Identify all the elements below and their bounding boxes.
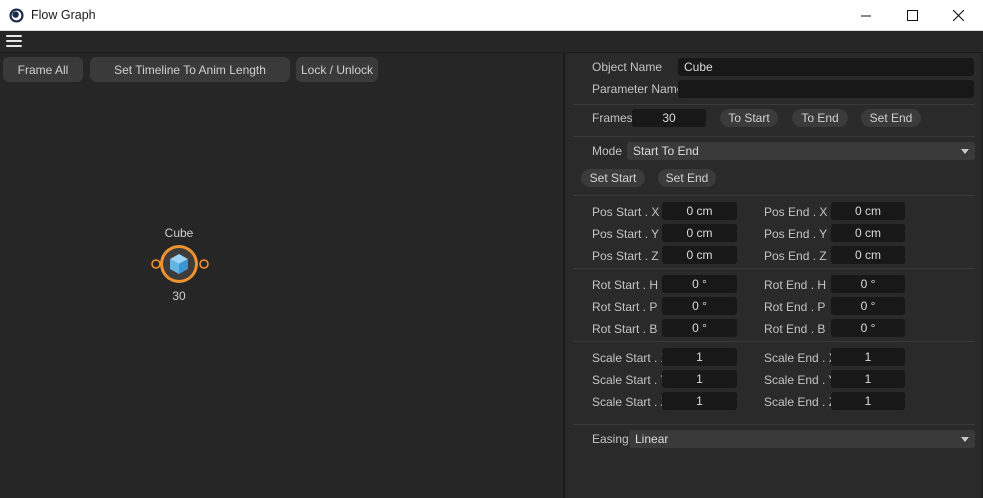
cube-node[interactable] [150, 241, 210, 287]
node-output-port[interactable] [199, 259, 209, 269]
frames-label: Frames [592, 111, 633, 125]
app-logo-icon [9, 8, 24, 23]
rot-end-b-field[interactable]: 0 ° [831, 319, 905, 337]
pos-end-x-field[interactable]: 0 cm [831, 202, 905, 220]
frame-all-button[interactable]: Frame All [3, 57, 83, 82]
node-input-port[interactable] [151, 259, 161, 269]
scale-end-x-field[interactable]: 1 [831, 348, 905, 366]
properties-panel: Object Name Cube Parameter Name Frames 3… [565, 53, 983, 498]
mode-dropdown[interactable]: Start To End [627, 142, 975, 160]
rot-end-h-field[interactable]: 0 ° [831, 275, 905, 293]
rot-start-b-field[interactable]: 0 ° [662, 319, 737, 337]
to-end-button[interactable]: To End [792, 109, 848, 127]
pos-end-y-field[interactable]: 0 cm [831, 224, 905, 242]
frames-field[interactable]: 30 [632, 109, 706, 127]
scale-end-y-field[interactable]: 1 [831, 370, 905, 388]
pos-end-y-label: Pos End . Y [764, 227, 828, 241]
close-button[interactable] [935, 0, 981, 31]
scale-start-y-label: Scale Start . Y [592, 373, 669, 387]
title-bar: Flow Graph [0, 0, 983, 31]
window-title: Flow Graph [31, 8, 96, 22]
scale-start-z-label: Scale Start . Z [592, 395, 669, 409]
separator [573, 341, 975, 342]
separator [573, 104, 975, 105]
pos-start-z-label: Pos Start . Z [592, 249, 659, 263]
scale-start-x-field[interactable]: 1 [662, 348, 737, 366]
mode-value: Start To End [633, 144, 699, 158]
pos-end-z-field[interactable]: 0 cm [831, 246, 905, 264]
scale-end-x-label: Scale End . X [764, 351, 837, 365]
maximize-button[interactable] [889, 0, 935, 31]
to-start-button[interactable]: To Start [720, 109, 778, 127]
rot-end-b-label: Rot End . B [764, 322, 826, 336]
set-start-button[interactable]: Set Start [581, 169, 645, 187]
pos-start-y-label: Pos Start . Y [592, 227, 660, 241]
pos-start-x-label: Pos Start . X [592, 205, 660, 219]
hamburger-menu-icon[interactable] [6, 35, 22, 49]
rot-end-h-label: Rot End . H [764, 278, 827, 292]
scale-start-x-label: Scale Start . X [592, 351, 669, 365]
scale-end-z-field[interactable]: 1 [831, 392, 905, 410]
object-name-label: Object Name [592, 60, 663, 74]
minimize-icon [861, 15, 871, 16]
separator [573, 424, 975, 425]
rot-start-h-label: Rot Start . H [592, 278, 659, 292]
easing-label: Easing [592, 432, 629, 446]
separator [573, 195, 975, 196]
menu-bar [0, 31, 983, 53]
rot-end-p-field[interactable]: 0 ° [831, 297, 905, 315]
scale-start-y-field[interactable]: 1 [662, 370, 737, 388]
node-label: Cube [164, 226, 194, 240]
parameter-name-label: Parameter Name [592, 82, 684, 96]
close-icon [952, 10, 964, 21]
set-timeline-button[interactable]: Set Timeline To Anim Length [90, 57, 290, 82]
pos-start-x-field[interactable]: 0 cm [662, 202, 737, 220]
set-end-top-button[interactable]: Set End [861, 109, 921, 127]
scale-start-z-field[interactable]: 1 [662, 392, 737, 410]
pos-end-z-label: Pos End . Z [764, 249, 827, 263]
set-end-button[interactable]: Set End [658, 169, 716, 187]
lock-unlock-button[interactable]: Lock / Unlock [296, 57, 378, 82]
chevron-down-icon [961, 437, 969, 442]
rot-start-p-label: Rot Start . P [592, 300, 658, 314]
rot-start-h-field[interactable]: 0 ° [662, 275, 737, 293]
pos-start-y-field[interactable]: 0 cm [662, 224, 737, 242]
mode-label: Mode [592, 144, 623, 158]
node-frame-count: 30 [172, 289, 186, 303]
rot-end-p-label: Rot End . P [764, 300, 826, 314]
easing-value: Linear [635, 432, 669, 446]
pos-end-x-label: Pos End . X [764, 205, 828, 219]
separator [573, 136, 975, 137]
chevron-down-icon [961, 149, 969, 154]
pos-start-z-field[interactable]: 0 cm [662, 246, 737, 264]
parameter-name-field[interactable] [678, 80, 974, 98]
minimize-button[interactable] [843, 0, 889, 31]
maximize-icon [906, 10, 918, 21]
rot-start-b-label: Rot Start . B [592, 322, 658, 336]
graph-view[interactable]: Frame All Set Timeline To Anim Length Lo… [0, 53, 563, 498]
object-name-field[interactable]: Cube [678, 58, 974, 76]
easing-dropdown[interactable]: Linear [629, 430, 975, 448]
rot-start-p-field[interactable]: 0 ° [662, 297, 737, 315]
scale-end-z-label: Scale End . Z [764, 395, 837, 409]
scale-end-y-label: Scale End . Y [764, 373, 837, 387]
separator [573, 268, 975, 269]
